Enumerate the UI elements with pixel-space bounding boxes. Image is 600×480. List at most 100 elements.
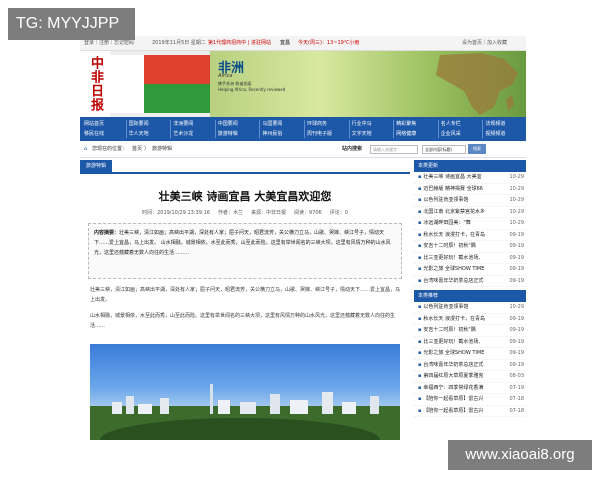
news-link[interactable]: 光影之旅 全球SHOW TIME [418, 264, 484, 275]
nav-item[interactable]: 名人专栏 [441, 120, 461, 127]
sidebar-news-item[interactable]: 北国江南 北京紫禁宫花水乡 10-29 [414, 207, 526, 218]
sidebar-news-item[interactable]: 光影之旅 全球SHOW TIME 09-19 [414, 264, 526, 276]
news-link[interactable]: 台湾味嘉年华奶茶总店正式 [418, 360, 483, 371]
news-date: 10-29 [509, 197, 524, 203]
news-date: 09-19 [509, 327, 524, 333]
latest-list: 壮美三峡 诗画宜昌 大美宜10-29迈巴赫版 精神揭赛 全球6610-29以色列… [414, 172, 526, 287]
sidebar-news-item[interactable]: 幸福西宁：四季常绿花香满 07-19 [414, 383, 526, 394]
news-link[interactable]: 北国江南 北京紫禁宫花水乡 [418, 207, 485, 218]
news-date: 09-19 [509, 277, 524, 284]
nav-divider [437, 120, 439, 138]
article-area: 旅游特辑 壮美三峡 诗画宜昌 大美宜昌欢迎您 时间：2019/10/29 13:… [80, 160, 410, 440]
news-date: 07-18 [509, 407, 524, 414]
news-date: 07-19 [509, 384, 524, 391]
nav-item[interactable]: 马国要闻 [262, 120, 282, 127]
nav-item[interactable]: 国际要闻 [129, 120, 149, 127]
nav-item[interactable]: 艺术沙龙 [173, 130, 193, 137]
nav-item[interactable]: 中国要闻 [218, 120, 238, 127]
nav-item[interactable]: 行业中马 [352, 120, 372, 127]
article-summary: 内容摘要：壮美三峡，清江如画；高峡出平湖，深处有人家；屈子问天，昭君流芳，关公横… [88, 223, 402, 279]
city-photo [90, 344, 400, 440]
sidebar-news-item[interactable]: 安吉十二时辰！初秋"隅 09-19 [414, 241, 526, 253]
news-link[interactable]: 比三亚更好玩！截水池场、 [418, 253, 483, 264]
sidebar-news-item[interactable]: 安吉十二时辰！初秋"隅 09-19 [414, 325, 526, 337]
nav-divider [482, 120, 484, 138]
nav-item[interactable]: 文字天地 [352, 130, 372, 137]
home-icon: ⌂ [84, 146, 88, 152]
nav-item[interactable]: 企业风采 [441, 130, 461, 137]
sidebar-news-item[interactable]: 【陪你一起看草原】雷古兴 07-18 [414, 406, 526, 417]
news-link[interactable]: 秋水长天 浪漫打卡，在青岛 [418, 230, 485, 241]
breadcrumb-home[interactable]: 首页 [132, 141, 142, 157]
sidebar-news-item[interactable]: 台湾味嘉年华奶茶总店正式 09-19 [414, 276, 526, 287]
nav-item[interactable]: 非洲要闻 [173, 120, 193, 127]
nav-item[interactable]: 华人天地 [129, 130, 149, 137]
nav-item[interactable]: 法规频道 [485, 120, 505, 127]
sidebar-news-item[interactable]: 第四届红原大草原夏季雅克 08-03 [414, 371, 526, 383]
nav-item[interactable]: 移民在线 [84, 130, 104, 137]
sidebar-news-item[interactable]: 以色列驻肯亚领事馆 10-29 [414, 302, 526, 314]
news-link[interactable]: 台湾味嘉年华奶茶总店正式 [418, 276, 483, 287]
news-link[interactable]: 冰远湖畔田园美："舞 [418, 218, 470, 229]
flag-image [110, 55, 210, 113]
sidebar-news-item[interactable]: 秋水长天 浪漫打卡，在青岛 09-19 [414, 314, 526, 325]
news-link[interactable]: 安吉十二时辰！初秋"隅 [418, 325, 475, 336]
sidebar-news-item[interactable]: 以色列驻肯亚领事馆 10-29 [414, 195, 526, 207]
news-page: 登录｜注册｜忘记密码 2019年11月5日 星期二 第1代理商招商中 | 进驻网… [80, 36, 526, 440]
nav-item[interactable]: 环球商务 [307, 120, 327, 127]
news-date: 09-19 [509, 315, 524, 322]
news-link[interactable]: 秋水长天 浪漫打卡，在青岛 [418, 314, 485, 325]
set-home-links[interactable]: 设为首页｜加入收藏 [462, 36, 507, 50]
search-input[interactable]: 请输入关键字 [370, 145, 418, 154]
news-date: 09-19 [509, 350, 524, 356]
latest-title: 本类更新 [414, 160, 526, 172]
news-link[interactable]: 光影之旅 全球SHOW TIME [418, 348, 484, 359]
breadcrumb-section[interactable]: 旅游特辑 [152, 141, 172, 157]
news-link[interactable]: 幸福西宁：四季常绿花香满 [418, 383, 483, 394]
date-text: 2019年11月5日 星期二 [152, 40, 206, 46]
news-link[interactable]: 【陪你一起看草原】雷古兴 [418, 394, 483, 405]
sidebar-news-item[interactable]: 比三亚更好玩！截水池场、 09-19 [414, 337, 526, 348]
news-date: 10-29 [509, 304, 524, 310]
sidebar-news-item[interactable]: 迈巴赫版 精神揭赛 全球66 10-29 [414, 184, 526, 195]
top-bar: 登录｜注册｜忘记密码 2019年11月5日 星期二 第1代理商招商中 | 进驻网… [80, 36, 526, 51]
nav-item[interactable]: 周刊电子版 [307, 130, 332, 137]
promo-link[interactable]: 第1代理商招商中 | 进驻网站 [208, 36, 271, 50]
breadcrumb-bar: ⌂ 您现在的位置： 首页 〉 旅游特辑 站内搜索 请输入关键字 全部内容(标题)… [80, 141, 526, 158]
sidebar-news-item[interactable]: 台湾味嘉年华奶茶总店正式 09-19 [414, 360, 526, 371]
news-link[interactable]: 壮美三峡 诗画宜昌 大美宜 [418, 172, 481, 183]
sidebar-news-item[interactable]: 【陪你一起看草原】雷古兴 07-18 [414, 394, 526, 406]
nav-divider [214, 120, 216, 138]
news-link[interactable]: 迈巴赫版 精神揭赛 全球66 [418, 184, 483, 195]
news-date: 09-19 [509, 338, 524, 345]
sidebar-news-item[interactable]: 光影之旅 全球SHOW TIME 09-19 [414, 348, 526, 360]
news-link[interactable]: 以色列驻肯亚领事馆 [418, 302, 468, 313]
news-date: 09-19 [509, 266, 524, 272]
news-date: 09-19 [509, 361, 524, 368]
article-paragraph-2: 山水相融，城景相依，水至此而秀，山至此而险。这里有举世闻名的三峡大坝，这里有风情… [90, 313, 396, 329]
search-button[interactable]: 搜索 [468, 144, 486, 154]
nav-item[interactable]: 精彩聚焦 [396, 120, 416, 127]
sidebar: 本类更新 壮美三峡 诗画宜昌 大美宜 10-29 迈巴赫版 精神揭赛 全球66 10-… [414, 160, 526, 440]
sidebar-news-item[interactable]: 壮美三峡 诗画宜昌 大美宜 10-29 [414, 172, 526, 184]
news-link[interactable]: 以色列驻肯亚领事馆 [418, 195, 468, 206]
news-link[interactable]: 【陪你一起看草原】雷古兴 [418, 406, 483, 417]
news-link[interactable]: 第四届红原大草原夏季雅克 [418, 371, 483, 382]
nav-item[interactable]: 视频频道 [485, 130, 505, 137]
search-scope-select[interactable]: 全部内容(标题) [422, 145, 466, 154]
site-logo[interactable]: 中非日报 [80, 51, 110, 117]
search-label: 站内搜索 [342, 146, 363, 152]
sidebar-news-item[interactable]: 秋水长天 浪漫打卡，在青岛 09-19 [414, 230, 526, 241]
news-date: 08-03 [509, 373, 524, 379]
sidebar-news-item[interactable]: 冰远湖畔田园美："舞 10-29 [414, 218, 526, 230]
site-banner: 中非日报 非洲 Africa 携手非洲 和谐发展 Helping Africa, … [80, 51, 526, 117]
article-meta: 时间：2019/10/29 13:39:16 作者：木兰 来源：中非日报 阅读：970… [142, 210, 348, 216]
news-link[interactable]: 比三亚更好玩！截水池场、 [418, 337, 483, 348]
news-date: 09-19 [509, 231, 524, 238]
nav-item[interactable]: 网站首页 [84, 120, 104, 127]
news-link[interactable]: 安吉十二时辰！初秋"隅 [418, 241, 475, 252]
nav-item[interactable]: 旅游特辑 [218, 130, 238, 137]
nav-item[interactable]: 神州民俗 [262, 130, 282, 137]
nav-item[interactable]: 网络健康 [396, 130, 416, 137]
sidebar-news-item[interactable]: 比三亚更好玩！截水池场、 09-19 [414, 253, 526, 264]
